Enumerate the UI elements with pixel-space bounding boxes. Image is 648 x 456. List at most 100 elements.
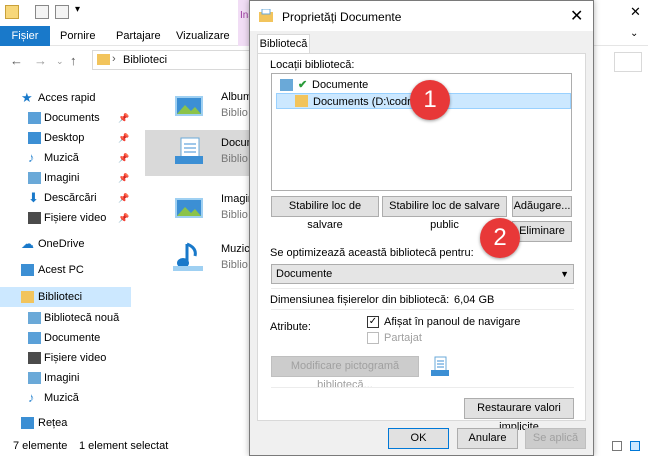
- nav-item-desktop[interactable]: Desktop 📌: [0, 128, 131, 148]
- library-item-pictures[interactable]: Imagin Biblio: [140, 186, 254, 232]
- folder-icon: [295, 95, 308, 107]
- document-icon: [280, 79, 293, 91]
- nav-item-library-music[interactable]: ♪ Muzică: [0, 388, 131, 408]
- library-type: Biblio: [221, 259, 248, 271]
- address-box[interactable]: › Biblioteci: [92, 50, 252, 70]
- pin-icon: 📌: [118, 173, 130, 183]
- library-item-documents[interactable]: Docum Biblio: [145, 130, 256, 176]
- annotation-badge-1: 1: [410, 80, 450, 120]
- nav-item-onedrive[interactable]: ☁ OneDrive: [0, 234, 131, 254]
- location-label: Documente: [312, 79, 369, 91]
- nav-item-new-library[interactable]: Bibliotecă nouă: [0, 308, 131, 328]
- library-icon: [21, 291, 34, 303]
- address-bar-row: ← → ⌄ ↑ › Biblioteci: [0, 47, 252, 73]
- nav-item-library-videos[interactable]: Fișiere video: [0, 348, 131, 368]
- close-icon[interactable]: ✕: [570, 6, 583, 26]
- optimize-select[interactable]: Documente ▼: [271, 264, 574, 284]
- nav-label: Muzică: [44, 152, 79, 164]
- tab-view[interactable]: Vizualizare: [166, 26, 240, 46]
- nav-item-videos[interactable]: Fișiere video 📌: [0, 208, 131, 228]
- tab-share[interactable]: Partajare: [106, 26, 171, 46]
- apply-button: Se aplică: [525, 428, 586, 449]
- library-type: Biblio: [221, 107, 248, 119]
- library-icon-preview: [431, 356, 449, 376]
- large-icons-view-icon[interactable]: [630, 441, 640, 451]
- music-library-icon: [173, 242, 203, 271]
- status-selection: 1 element selectat: [79, 440, 169, 452]
- separator: [271, 309, 574, 310]
- details-view-icon[interactable]: [612, 441, 622, 451]
- chevron-down-icon[interactable]: ⌄: [630, 28, 638, 39]
- library-item-music[interactable]: Muzică Biblio: [140, 236, 256, 282]
- location-label: Documents (D:\codru): [313, 96, 421, 108]
- tab-home[interactable]: Pornire: [50, 26, 105, 46]
- ok-button[interactable]: OK: [388, 428, 449, 449]
- properties-icon[interactable]: [35, 5, 49, 19]
- attributes-label: Atribute:: [270, 321, 311, 333]
- cloud-icon: ☁: [21, 236, 34, 251]
- nav-item-library-documents[interactable]: Documente: [0, 328, 131, 348]
- pin-icon: 📌: [118, 133, 130, 143]
- picture-icon: [28, 172, 41, 184]
- restore-defaults-button[interactable]: Restaurare valori implicite: [464, 398, 574, 433]
- picture-library-icon: [175, 96, 203, 116]
- nav-label: Fișiere video: [44, 212, 107, 224]
- nav-item-music[interactable]: ♪ Muzică 📌: [0, 148, 131, 168]
- add-location-button[interactable]: Adăugare...: [512, 196, 572, 217]
- nav-item-library-pictures[interactable]: Imagini: [0, 368, 131, 388]
- check-icon: ✔: [298, 79, 308, 91]
- chevron-right-icon[interactable]: ›: [112, 53, 116, 65]
- nav-label: Bibliotecă nouă: [44, 312, 120, 324]
- customize-toolbar-icon[interactable]: ▾: [75, 4, 80, 15]
- locations-label: Locații bibliotecă:: [270, 59, 355, 71]
- shared-label: Partajat: [384, 332, 422, 344]
- nav-label: Imagini: [44, 172, 80, 184]
- nav-label: Acces rapid: [38, 92, 96, 104]
- nav-item-downloads[interactable]: ⬇ Descărcări 📌: [0, 188, 131, 208]
- music-icon: ♪: [28, 390, 35, 405]
- library-icon: [259, 9, 273, 22]
- back-icon[interactable]: ←: [10, 53, 23, 68]
- explorer-right-controls: ✕ ⌄: [590, 0, 648, 80]
- search-box[interactable]: [614, 52, 642, 72]
- video-icon: [28, 212, 41, 224]
- library-type: Biblio: [221, 153, 248, 165]
- music-icon: ♪: [28, 150, 35, 165]
- video-icon: [28, 352, 41, 364]
- desktop-icon: [28, 132, 41, 144]
- close-icon[interactable]: ✕: [630, 4, 641, 20]
- set-save-location-button[interactable]: Stabilire loc de salvare: [271, 196, 379, 231]
- picture-library-icon: [175, 198, 203, 218]
- up-icon[interactable]: ↑: [70, 53, 77, 68]
- remove-location-button[interactable]: Eliminare: [512, 221, 572, 242]
- tab-library[interactable]: Bibliotecă: [257, 34, 310, 54]
- nav-label: Descărcări: [44, 192, 97, 204]
- library-type: Biblio: [221, 209, 248, 221]
- nav-label: OneDrive: [38, 238, 85, 250]
- nav-label: Documente: [44, 332, 101, 344]
- nav-item-quick-access[interactable]: ★ Acces rapid: [0, 88, 131, 108]
- nav-label: Documents: [44, 112, 100, 124]
- nav-item-pictures[interactable]: Imagini 📌: [0, 168, 131, 188]
- nav-item-this-pc[interactable]: Acest PC: [0, 260, 131, 280]
- forward-icon[interactable]: →: [34, 53, 47, 68]
- new-folder-icon[interactable]: [55, 5, 69, 19]
- recent-icon[interactable]: ⌄: [56, 56, 64, 67]
- document-icon: [28, 112, 41, 124]
- folder-icon: [5, 5, 19, 19]
- library-icon: [97, 54, 110, 65]
- size-label: Dimensiunea fișierelor din bibliotecă:: [270, 294, 450, 306]
- nav-item-libraries[interactable]: Biblioteci: [0, 287, 131, 307]
- library-item-albums[interactable]: Album Biblio: [140, 84, 252, 130]
- set-public-save-location-button[interactable]: Stabilire loc de salvare public: [382, 196, 507, 231]
- nav-item-documents[interactable]: Documents 📌: [0, 108, 131, 128]
- nav-label: Muzică: [44, 392, 79, 404]
- library-name: Album: [221, 91, 253, 103]
- cancel-button[interactable]: Anulare: [457, 428, 518, 449]
- tab-file[interactable]: Fișier: [0, 26, 50, 46]
- picture-icon: [28, 372, 41, 384]
- nav-label: Acest PC: [38, 264, 84, 276]
- network-icon: [21, 417, 34, 429]
- show-in-nav-checkbox[interactable]: ✓: [367, 316, 379, 328]
- nav-item-network[interactable]: Rețea: [0, 413, 131, 433]
